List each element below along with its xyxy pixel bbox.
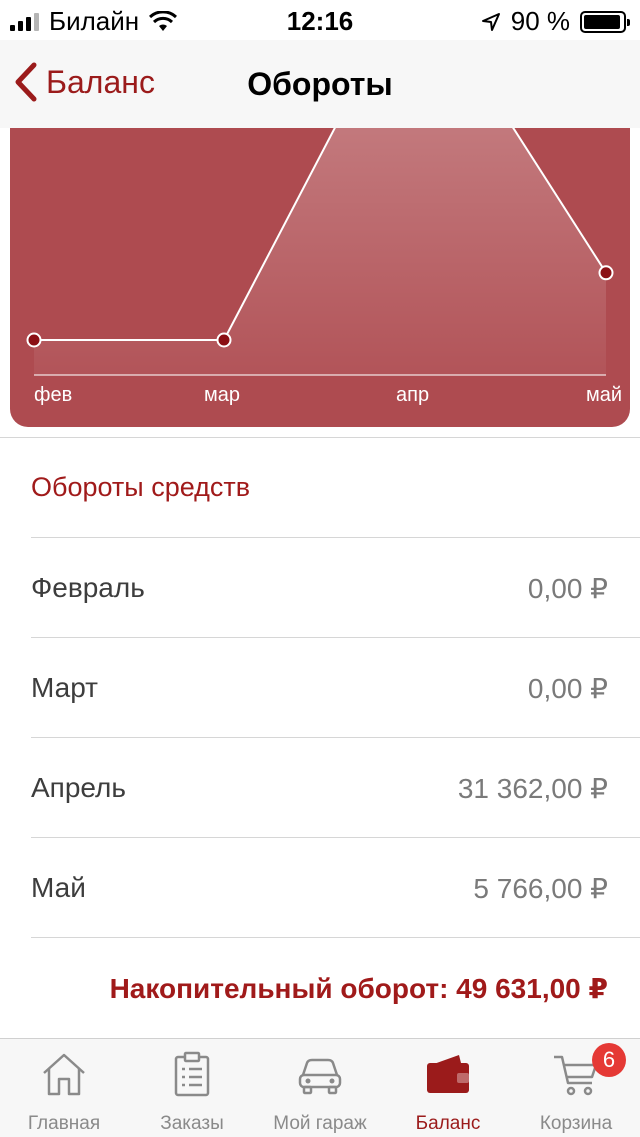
tab-bar: Главная Заказы Мой гараж Баланс 6 Корзин… [0,1038,640,1137]
month-label: Март [31,672,98,703]
tab-balance[interactable]: Баланс [384,1039,512,1137]
tab-label: Главная [27,1113,101,1134]
tab-label: Корзина [539,1113,613,1134]
tab-label: Мой гараж [273,1113,367,1134]
status-bar: Билайн 12:16 90 % [0,0,640,40]
tab-home[interactable]: Главная [0,1039,128,1137]
month-label: Февраль [31,572,145,603]
tab-orders[interactable]: Заказы [128,1039,256,1137]
cart-badge: 6 [592,1043,626,1077]
cumulative-total: Накопительный оборот: 49 631,00 ₽ [109,973,608,1004]
month-value: 0,00 ₽ [527,573,608,604]
battery-icon [580,10,630,33]
month-value: 31 362,00 ₽ [457,773,608,804]
section-title: Обороты средств [31,472,251,502]
car-icon [298,1058,342,1095]
tab-label: Заказы [160,1113,224,1134]
battery-percent: 90 % [510,6,570,36]
page-title: Обороты [247,66,393,102]
month-value: 0,00 ₽ [527,673,608,704]
chart-point-май [598,265,614,281]
chart-plot [26,128,614,376]
navigation-bar: Баланс Обороты [0,40,640,128]
divider [0,437,640,438]
chart-tick-label: май [586,384,623,406]
month-label: Апрель [31,772,126,803]
divider [31,937,640,938]
chart-tick-label: мар [204,384,240,406]
month-row-february: Февраль 0,00 ₽ [0,538,640,638]
chart-point-фев [26,332,42,348]
wallet-icon [427,1055,469,1093]
chart-tick-label: фев [34,384,73,406]
month-row-april: Апрель 31 362,00 ₽ [0,738,640,838]
month-row-may: Май 5 766,00 ₽ [0,838,640,938]
tab-my-garage[interactable]: Мой гараж [256,1039,384,1137]
home-icon [43,1053,85,1096]
turnover-chart: фев мар апр май [10,128,630,427]
chart-area [34,128,606,375]
chart-point-мар [216,332,232,348]
chart-tick-label: апр [396,384,430,406]
month-value: 5 766,00 ₽ [473,873,608,904]
tab-label: Баланс [415,1113,481,1134]
tab-cart[interactable]: 6 Корзина [512,1039,640,1137]
month-label: Май [31,872,86,903]
location-arrow-icon [481,12,500,31]
clipboard-icon [174,1051,210,1097]
month-row-march: Март 0,00 ₽ [0,638,640,738]
